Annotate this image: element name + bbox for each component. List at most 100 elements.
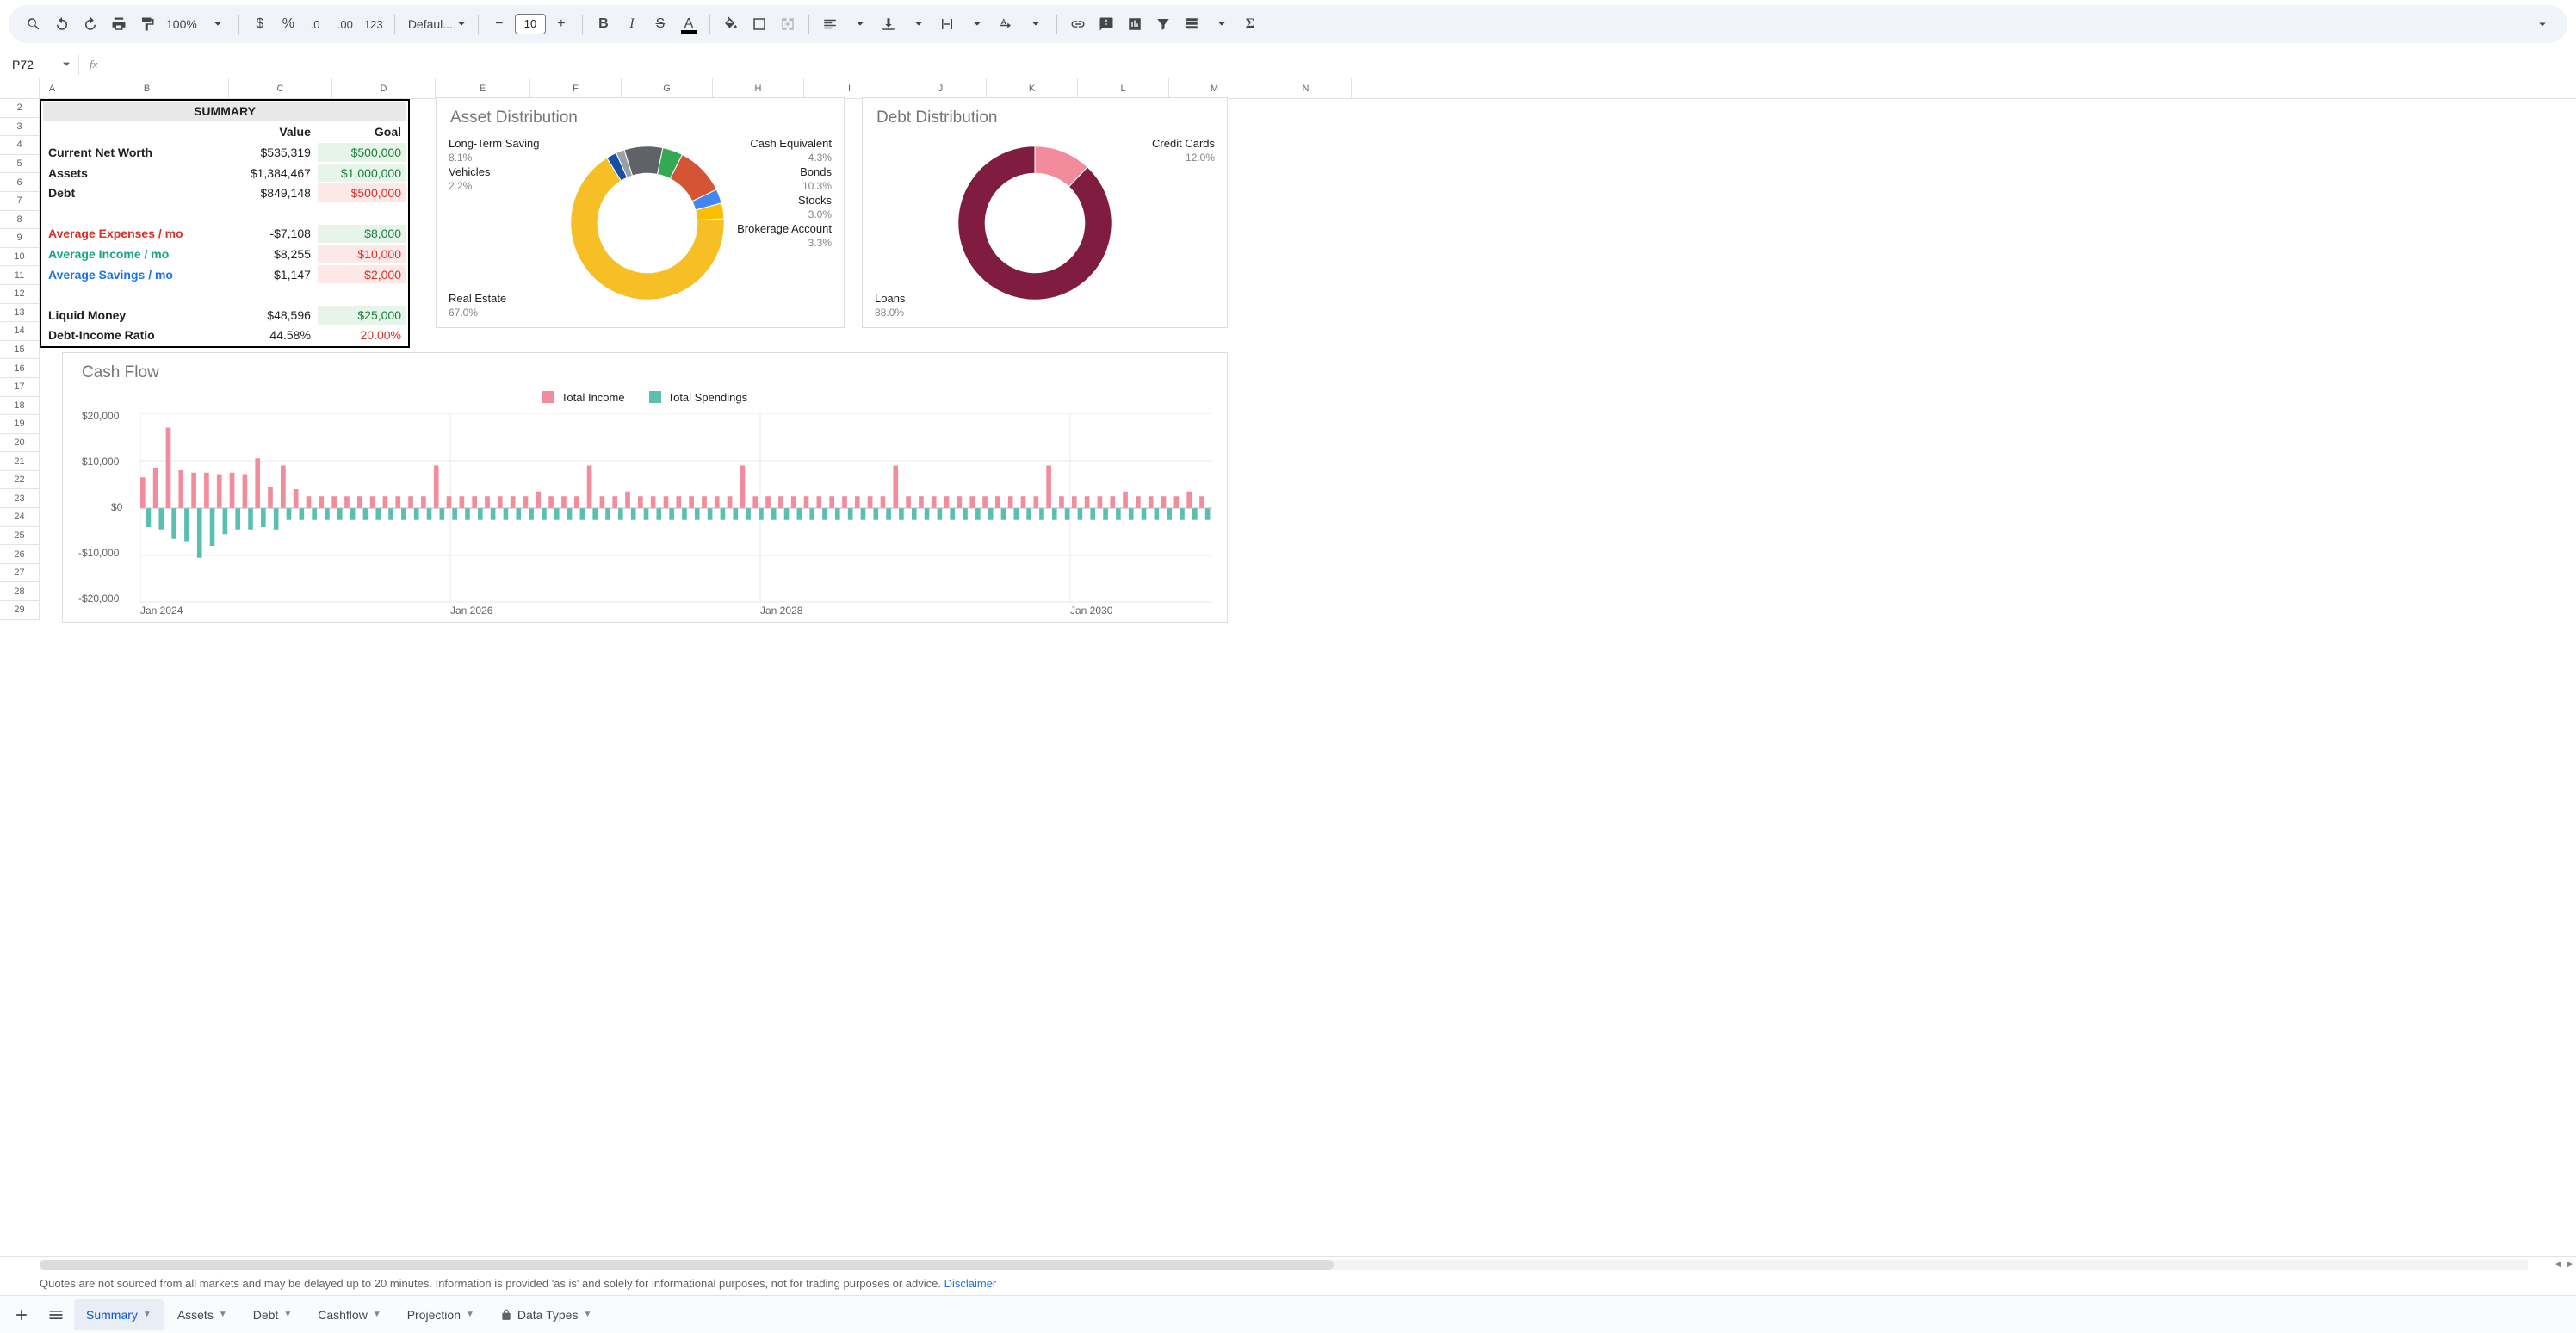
row-header-12[interactable]: 12: [0, 285, 40, 304]
name-box[interactable]: P72: [0, 54, 79, 75]
col-header-E[interactable]: E: [436, 78, 530, 98]
decrease-font-icon[interactable]: −: [486, 11, 512, 37]
row-header-2[interactable]: 2: [0, 99, 40, 118]
text-color-icon[interactable]: A: [676, 11, 702, 37]
filter-icon[interactable]: [1150, 11, 1176, 37]
all-sheets-button[interactable]: [40, 1306, 72, 1324]
row-header-28[interactable]: 28: [0, 582, 40, 601]
row-header-25[interactable]: 25: [0, 527, 40, 546]
tab-debt[interactable]: Debt▼: [241, 1299, 304, 1330]
borders-icon[interactable]: [746, 11, 772, 37]
percent-icon[interactable]: %: [276, 11, 301, 37]
row-header-4[interactable]: 4: [0, 136, 40, 155]
tab-projection[interactable]: Projection▼: [395, 1299, 486, 1330]
row-header-24[interactable]: 24: [0, 508, 40, 527]
strikethrough-icon[interactable]: S: [647, 11, 673, 37]
row-header-8[interactable]: 8: [0, 211, 40, 230]
increase-font-icon[interactable]: +: [548, 11, 574, 37]
table-dropdown-icon[interactable]: [1209, 11, 1235, 37]
horizontal-align-icon[interactable]: [817, 11, 843, 37]
expand-toolbar-icon[interactable]: [2530, 11, 2555, 37]
tab-cashflow[interactable]: Cashflow▼: [306, 1299, 393, 1330]
tab-summary[interactable]: Summary▼: [74, 1299, 164, 1330]
insert-link-icon[interactable]: [1065, 11, 1091, 37]
italic-icon[interactable]: I: [619, 11, 645, 37]
col-header-G[interactable]: G: [622, 78, 713, 98]
disclaimer-link[interactable]: Disclaimer: [944, 1277, 997, 1290]
row-header-26[interactable]: 26: [0, 545, 40, 564]
currency-icon[interactable]: $: [247, 11, 273, 37]
row-header-7[interactable]: 7: [0, 192, 40, 211]
hscroll-thumb[interactable]: [40, 1260, 1334, 1270]
tab-assets[interactable]: Assets▼: [165, 1299, 239, 1330]
row-header-29[interactable]: 29: [0, 601, 40, 620]
row-header-5[interactable]: 5: [0, 155, 40, 174]
scroll-left-icon[interactable]: ◄: [2552, 1260, 2564, 1269]
formula-input[interactable]: [108, 53, 2576, 76]
text-wrap-icon[interactable]: [934, 11, 960, 37]
row-header-20[interactable]: 20: [0, 434, 40, 453]
functions-icon[interactable]: Σ: [1237, 11, 1263, 37]
col-header-N[interactable]: N: [1260, 78, 1352, 98]
paint-format-icon[interactable]: [134, 11, 160, 37]
merge-cells-icon[interactable]: [775, 11, 801, 37]
row-header-9[interactable]: 9: [0, 229, 40, 248]
row-header-18[interactable]: 18: [0, 397, 40, 416]
redo-icon[interactable]: [77, 11, 103, 37]
select-all-corner[interactable]: [0, 78, 40, 98]
insert-chart-icon[interactable]: [1122, 11, 1148, 37]
row-header-15[interactable]: 15: [0, 341, 40, 360]
sheet-canvas[interactable]: SUMMARY Value Goal Current Net Worth $53…: [40, 99, 2576, 1256]
cash-flow-chart[interactable]: Cash Flow Total Income Total Spendings $…: [62, 352, 1228, 623]
row-header-3[interactable]: 3: [0, 118, 40, 137]
halign-dropdown-icon[interactable]: [847, 11, 873, 37]
row-header-17[interactable]: 17: [0, 378, 40, 397]
valign-dropdown-icon[interactable]: [906, 11, 932, 37]
col-header-I[interactable]: I: [804, 78, 895, 98]
format-123-icon[interactable]: 123: [361, 11, 387, 37]
row-header-13[interactable]: 13: [0, 304, 40, 323]
horizontal-scrollbar[interactable]: ◄ ►: [0, 1256, 2576, 1272]
insert-comment-icon[interactable]: [1093, 11, 1119, 37]
row-header-23[interactable]: 23: [0, 489, 40, 508]
row-header-27[interactable]: 27: [0, 564, 40, 583]
asset-distribution-chart[interactable]: Asset Distribution Long-Term Saving8.1% …: [436, 97, 845, 328]
col-header-C[interactable]: C: [229, 78, 332, 98]
col-header-L[interactable]: L: [1078, 78, 1169, 98]
row-header-14[interactable]: 14: [0, 322, 40, 341]
font-size-input[interactable]: 10: [515, 14, 546, 34]
col-header-H[interactable]: H: [713, 78, 804, 98]
undo-icon[interactable]: [49, 11, 75, 37]
fill-color-icon[interactable]: [718, 11, 744, 37]
rotation-dropdown-icon[interactable]: [1023, 11, 1049, 37]
col-header-M[interactable]: M: [1169, 78, 1260, 98]
zoom-level[interactable]: 100%: [163, 17, 201, 31]
wrap-dropdown-icon[interactable]: [964, 11, 990, 37]
row-header-22[interactable]: 22: [0, 471, 40, 490]
debt-distribution-chart[interactable]: Debt Distribution Credit Cards12.0% Loan…: [862, 97, 1228, 328]
bold-icon[interactable]: B: [591, 11, 616, 37]
col-header-A[interactable]: A: [40, 78, 65, 98]
increase-decimal-icon[interactable]: .00: [332, 11, 358, 37]
col-header-J[interactable]: J: [895, 78, 987, 98]
font-family-select[interactable]: Defaul...: [403, 17, 470, 31]
col-header-D[interactable]: D: [332, 78, 436, 98]
row-header-16[interactable]: 16: [0, 359, 40, 378]
scroll-right-icon[interactable]: ►: [2564, 1260, 2576, 1269]
print-icon[interactable]: [106, 11, 132, 37]
row-header-21[interactable]: 21: [0, 452, 40, 471]
col-header-B[interactable]: B: [65, 78, 229, 98]
row-header-11[interactable]: 11: [0, 266, 40, 285]
row-header-10[interactable]: 10: [0, 248, 40, 267]
row-header-6[interactable]: 6: [0, 173, 40, 192]
tab-data-types[interactable]: Data Types▼: [488, 1299, 604, 1330]
text-rotation-icon[interactable]: [993, 11, 1019, 37]
col-header-F[interactable]: F: [530, 78, 622, 98]
col-header-K[interactable]: K: [987, 78, 1078, 98]
vertical-align-icon[interactable]: [876, 11, 901, 37]
zoom-dropdown-icon[interactable]: [205, 11, 231, 37]
row-header-19[interactable]: 19: [0, 415, 40, 434]
add-sheet-button[interactable]: [5, 1306, 38, 1324]
table-view-icon[interactable]: [1179, 11, 1204, 37]
search-icon[interactable]: [21, 11, 46, 37]
